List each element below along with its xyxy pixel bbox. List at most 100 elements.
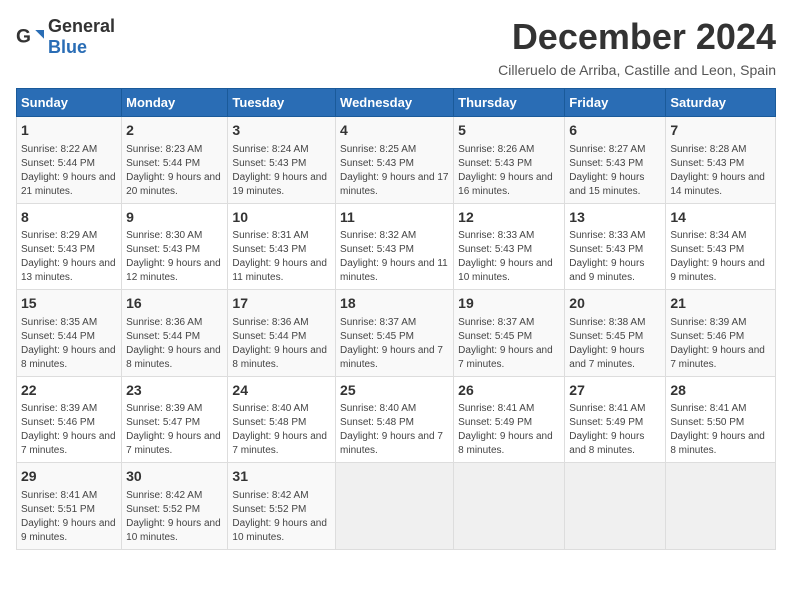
- daylight-label: Daylight: 9 hours and 8 minutes.: [569, 431, 644, 456]
- calendar-cell: 9 Sunrise: 8:30 AM Sunset: 5:43 PM Dayli…: [122, 203, 228, 290]
- day-number: 1: [21, 121, 117, 141]
- month-title: December 2024: [512, 16, 776, 58]
- daylight-label: Daylight: 9 hours and 14 minutes.: [670, 172, 765, 197]
- calendar-week-row: 1 Sunrise: 8:22 AM Sunset: 5:44 PM Dayli…: [17, 117, 776, 204]
- calendar-cell: 24 Sunrise: 8:40 AM Sunset: 5:48 PM Dayl…: [228, 376, 336, 463]
- sunset-label: Sunset: 5:43 PM: [126, 244, 200, 255]
- day-number: 16: [126, 294, 223, 314]
- cell-content: Sunrise: 8:33 AM Sunset: 5:43 PM Dayligh…: [569, 229, 661, 285]
- daylight-label: Daylight: 9 hours and 7 minutes.: [340, 345, 443, 370]
- cell-content: Sunrise: 8:42 AM Sunset: 5:52 PM Dayligh…: [126, 489, 223, 545]
- daylight-label: Daylight: 9 hours and 13 minutes.: [21, 258, 116, 283]
- day-number: 22: [21, 381, 117, 401]
- sunset-label: Sunset: 5:46 PM: [670, 331, 744, 342]
- calendar-cell: 16 Sunrise: 8:36 AM Sunset: 5:44 PM Dayl…: [122, 290, 228, 377]
- day-number: 30: [126, 467, 223, 487]
- sunrise-label: Sunrise: 8:41 AM: [21, 490, 97, 501]
- sunrise-label: Sunrise: 8:23 AM: [126, 144, 202, 155]
- sunrise-label: Sunrise: 8:33 AM: [569, 230, 645, 241]
- daylight-label: Daylight: 9 hours and 7 minutes.: [21, 431, 116, 456]
- daylight-label: Daylight: 9 hours and 15 minutes.: [569, 172, 644, 197]
- day-number: 20: [569, 294, 661, 314]
- sunrise-label: Sunrise: 8:38 AM: [569, 317, 645, 328]
- sunrise-label: Sunrise: 8:41 AM: [458, 403, 534, 414]
- cell-content: Sunrise: 8:22 AM Sunset: 5:44 PM Dayligh…: [21, 143, 117, 199]
- daylight-label: Daylight: 9 hours and 8 minutes.: [458, 431, 553, 456]
- sunrise-label: Sunrise: 8:29 AM: [21, 230, 97, 241]
- cell-content: Sunrise: 8:36 AM Sunset: 5:44 PM Dayligh…: [232, 316, 331, 372]
- sunrise-label: Sunrise: 8:34 AM: [670, 230, 746, 241]
- sunrise-label: Sunrise: 8:37 AM: [458, 317, 534, 328]
- sunset-label: Sunset: 5:44 PM: [21, 158, 95, 169]
- logo: G General Blue: [16, 16, 115, 58]
- sunset-label: Sunset: 5:52 PM: [232, 504, 306, 515]
- calendar-week-row: 15 Sunrise: 8:35 AM Sunset: 5:44 PM Dayl…: [17, 290, 776, 377]
- daylight-label: Daylight: 9 hours and 7 minutes.: [458, 345, 553, 370]
- col-sunday: Sunday: [17, 89, 122, 117]
- calendar-cell: 12 Sunrise: 8:33 AM Sunset: 5:43 PM Dayl…: [454, 203, 565, 290]
- day-number: 19: [458, 294, 560, 314]
- day-number: 25: [340, 381, 449, 401]
- day-number: 13: [569, 208, 661, 228]
- calendar-cell: 10 Sunrise: 8:31 AM Sunset: 5:43 PM Dayl…: [228, 203, 336, 290]
- day-number: 7: [670, 121, 771, 141]
- day-number: 29: [21, 467, 117, 487]
- cell-content: Sunrise: 8:28 AM Sunset: 5:43 PM Dayligh…: [670, 143, 771, 199]
- daylight-label: Daylight: 9 hours and 17 minutes.: [340, 172, 448, 197]
- sunrise-label: Sunrise: 8:39 AM: [21, 403, 97, 414]
- svg-text:G: G: [16, 26, 31, 47]
- sunset-label: Sunset: 5:50 PM: [670, 417, 744, 428]
- col-thursday: Thursday: [454, 89, 565, 117]
- day-number: 10: [232, 208, 331, 228]
- sunrise-label: Sunrise: 8:41 AM: [670, 403, 746, 414]
- day-number: 24: [232, 381, 331, 401]
- title-block: December 2024: [512, 16, 776, 58]
- cell-content: Sunrise: 8:23 AM Sunset: 5:44 PM Dayligh…: [126, 143, 223, 199]
- sunrise-label: Sunrise: 8:26 AM: [458, 144, 534, 155]
- sunrise-label: Sunrise: 8:30 AM: [126, 230, 202, 241]
- sunset-label: Sunset: 5:43 PM: [340, 158, 414, 169]
- calendar-cell: 21 Sunrise: 8:39 AM Sunset: 5:46 PM Dayl…: [666, 290, 776, 377]
- location-subtitle: Cilleruelo de Arriba, Castille and Leon,…: [16, 62, 776, 78]
- sunrise-label: Sunrise: 8:37 AM: [340, 317, 416, 328]
- day-number: 2: [126, 121, 223, 141]
- cell-content: Sunrise: 8:32 AM Sunset: 5:43 PM Dayligh…: [340, 229, 449, 285]
- sunset-label: Sunset: 5:43 PM: [340, 244, 414, 255]
- sunset-label: Sunset: 5:45 PM: [458, 331, 532, 342]
- calendar-cell: [666, 463, 776, 550]
- sunrise-label: Sunrise: 8:39 AM: [670, 317, 746, 328]
- sunset-label: Sunset: 5:43 PM: [458, 158, 532, 169]
- calendar-cell: 1 Sunrise: 8:22 AM Sunset: 5:44 PM Dayli…: [17, 117, 122, 204]
- logo-general: General: [48, 16, 115, 36]
- sunrise-label: Sunrise: 8:31 AM: [232, 230, 308, 241]
- cell-content: Sunrise: 8:35 AM Sunset: 5:44 PM Dayligh…: [21, 316, 117, 372]
- daylight-label: Daylight: 9 hours and 9 minutes.: [569, 258, 644, 283]
- sunset-label: Sunset: 5:48 PM: [340, 417, 414, 428]
- calendar-week-row: 29 Sunrise: 8:41 AM Sunset: 5:51 PM Dayl…: [17, 463, 776, 550]
- day-number: 4: [340, 121, 449, 141]
- cell-content: Sunrise: 8:33 AM Sunset: 5:43 PM Dayligh…: [458, 229, 560, 285]
- calendar-cell: 14 Sunrise: 8:34 AM Sunset: 5:43 PM Dayl…: [666, 203, 776, 290]
- sunset-label: Sunset: 5:43 PM: [21, 244, 95, 255]
- sunrise-label: Sunrise: 8:22 AM: [21, 144, 97, 155]
- daylight-label: Daylight: 9 hours and 7 minutes.: [126, 431, 221, 456]
- sunrise-label: Sunrise: 8:33 AM: [458, 230, 534, 241]
- sunrise-label: Sunrise: 8:39 AM: [126, 403, 202, 414]
- day-number: 6: [569, 121, 661, 141]
- sunrise-label: Sunrise: 8:40 AM: [340, 403, 416, 414]
- calendar-cell: 29 Sunrise: 8:41 AM Sunset: 5:51 PM Dayl…: [17, 463, 122, 550]
- sunset-label: Sunset: 5:44 PM: [232, 331, 306, 342]
- sunset-label: Sunset: 5:44 PM: [126, 331, 200, 342]
- sunrise-label: Sunrise: 8:36 AM: [232, 317, 308, 328]
- day-number: 12: [458, 208, 560, 228]
- col-monday: Monday: [122, 89, 228, 117]
- daylight-label: Daylight: 9 hours and 16 minutes.: [458, 172, 553, 197]
- sunset-label: Sunset: 5:52 PM: [126, 504, 200, 515]
- calendar-cell: 30 Sunrise: 8:42 AM Sunset: 5:52 PM Dayl…: [122, 463, 228, 550]
- sunrise-label: Sunrise: 8:24 AM: [232, 144, 308, 155]
- cell-content: Sunrise: 8:30 AM Sunset: 5:43 PM Dayligh…: [126, 229, 223, 285]
- sunrise-label: Sunrise: 8:25 AM: [340, 144, 416, 155]
- daylight-label: Daylight: 9 hours and 7 minutes.: [232, 431, 327, 456]
- calendar-cell: [336, 463, 454, 550]
- daylight-label: Daylight: 9 hours and 12 minutes.: [126, 258, 221, 283]
